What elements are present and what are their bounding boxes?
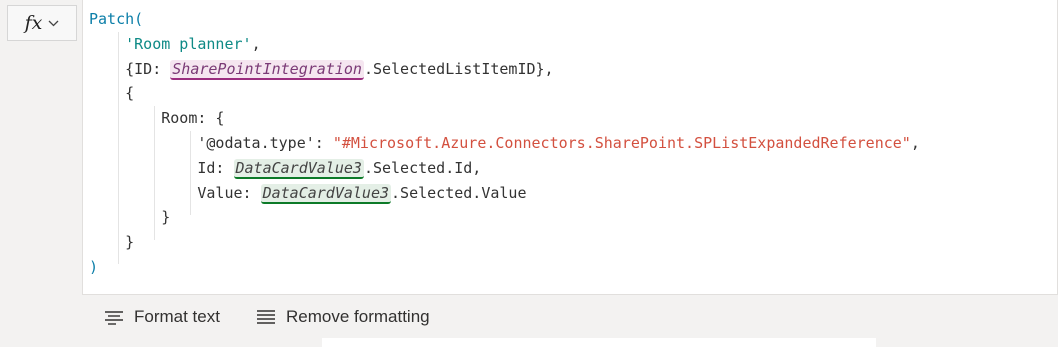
code-text: , [251,34,261,53]
code-text: {ID: [89,59,171,78]
code-line[interactable]: '@odata.type': "#Microsoft.Azure.Connect… [89,131,920,156]
code-line[interactable]: {ID: SharePointIntegration .SelectedListI… [89,57,920,82]
code-text: '@odata.type': [89,133,333,152]
left-panel: fx [0,0,82,347]
code-text: .SelectedListItemID}, [363,59,554,78]
code-line[interactable]: } [89,230,920,255]
string-literal: "#Microsoft.Azure.Connectors.SharePoint.… [332,133,911,152]
bottom-canvas-panel [322,338,876,347]
code-text: Value: [89,183,261,202]
code-line[interactable]: { [89,81,920,106]
formula-toolbar: Format text Remove formatting [82,294,1058,338]
code-line[interactable]: } [89,205,920,230]
code-line[interactable]: Id: DataCardValue3 .Selected.Id, [89,156,920,181]
string-literal: 'Room planner' [125,34,252,53]
code-text: .Selected.Id, [363,158,482,177]
format-text-button[interactable]: Format text [104,305,220,329]
code-text: Room: { [89,109,225,128]
fx-label: fx [24,12,43,34]
datacard-reference-token: DataCardValue3 [260,183,392,204]
chevron-down-icon [48,20,59,26]
code-line[interactable]: Value: DataCardValue3 .Selected.Value [89,181,920,206]
code-text: , [910,133,920,152]
remove-formatting-icon [257,310,275,324]
code-line[interactable]: Patch( [89,7,920,32]
remove-formatting-button[interactable]: Remove formatting [256,305,430,329]
format-text-icon [105,311,123,325]
datacard-reference-token: DataCardValue3 [233,158,364,179]
code-line[interactable]: Room: { [89,106,920,131]
code-line[interactable]: 'Room planner', [89,32,920,57]
function-keyword: Patch( [89,10,144,28]
formula-code[interactable]: Patch( 'Room planner', {ID: SharePointIn… [89,7,920,280]
code-text: { [89,84,135,103]
fx-dropdown-button[interactable]: fx [7,5,77,41]
remove-formatting-label: Remove formatting [286,307,430,326]
code-text: } [89,208,171,227]
code-text: .Selected.Value [391,183,527,202]
code-text: } [89,233,135,252]
function-keyword: ) [89,257,99,276]
code-text: Id: [89,158,234,177]
format-text-label: Format text [134,307,220,326]
control-reference-token: SharePointIntegration [170,59,364,80]
code-line[interactable]: ) [89,255,920,280]
formula-editor[interactable]: Patch( 'Room planner', {ID: SharePointIn… [82,0,1058,294]
